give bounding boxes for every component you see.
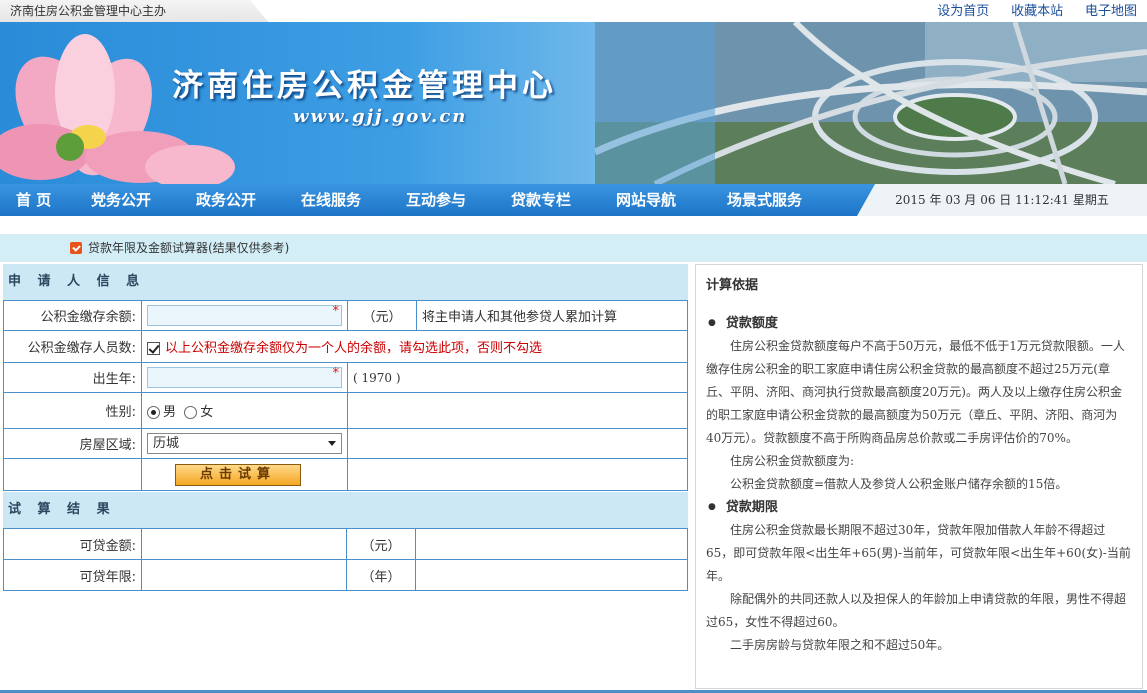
page-title-bar: 贷款年限及金额试算器(结果仅供参考) xyxy=(0,234,1147,262)
amount-row: 可贷金额: （元） xyxy=(3,528,688,560)
loan-amount-formula: 公积金贷款额度=借款人及参贷人公积金账户储存余额的15倍。 xyxy=(730,477,1068,491)
nav-interaction[interactable]: 互动参与 xyxy=(406,184,466,216)
single-depositor-note: 以上公积金缴存余额仅为一个人的余额，请勾选此项，否则不勾选 xyxy=(165,341,543,356)
years-unit: （年） xyxy=(346,559,416,591)
count-cell: 以上公积金缴存余额仅为一个人的余额，请勾选此项，否则不勾选 xyxy=(141,330,688,363)
loan-amount-formula-intro: 住房公积金贷款额度为: xyxy=(730,454,855,468)
amount-label: 可贷金额: xyxy=(3,528,142,560)
amount-value xyxy=(141,528,347,560)
calculate-button[interactable]: 点击试算 xyxy=(175,463,301,486)
e-map-link[interactable]: 电子地图 xyxy=(1085,4,1137,19)
submit-cell: 点击试算 xyxy=(141,458,348,491)
set-homepage-link[interactable]: 设为首页 xyxy=(937,4,989,19)
count-label: 公积金缴存人员数: xyxy=(3,330,142,363)
area-select[interactable]: 历城 xyxy=(147,433,342,454)
balance-cell: * xyxy=(141,300,348,331)
amount-unit: （元） xyxy=(346,528,416,560)
years-label: 可贷年限: xyxy=(3,559,142,591)
arrow-bullet-icon xyxy=(70,242,82,254)
birth-row: 出生年: * ( 1970 ) xyxy=(3,362,688,393)
gender-male-label: 男 xyxy=(163,405,177,420)
gender-female-radio[interactable] xyxy=(184,406,198,419)
loan-term-heading: 贷款期限 xyxy=(706,496,1132,519)
current-datetime: 2015 年 03 月 06 日 11:12:41 星期五 xyxy=(857,184,1147,216)
result-table: 可贷金额: （元） 可贷年限: （年） xyxy=(3,528,688,591)
result-section-heading: 试 算 结 果 xyxy=(3,492,688,528)
count-row: 公积金缴存人员数: 以上公积金缴存余额仅为一个人的余额，请勾选此项，否则不勾选 xyxy=(3,330,688,363)
single-depositor-checkbox[interactable] xyxy=(147,342,160,355)
gender-male-radio[interactable] xyxy=(147,406,160,419)
empty-cell xyxy=(347,458,688,491)
nav-government-affairs[interactable]: 政务公开 xyxy=(196,184,256,216)
city-interchange-image xyxy=(595,22,1147,184)
empty-cell xyxy=(347,428,688,459)
nav-scenario-service[interactable]: 场景式服务 xyxy=(727,184,802,216)
gender-label: 性别: xyxy=(3,392,142,429)
empty-cell xyxy=(415,528,688,560)
area-row: 房屋区域: 历城 xyxy=(3,428,688,459)
gender-cell: 男 女 xyxy=(141,392,348,429)
balance-note: 将主申请人和其他参贷人累加计算 xyxy=(416,300,688,331)
balance-unit: （元） xyxy=(347,300,417,331)
top-strip: 济南住房公积金管理中心主办 设为首页 收藏本站 电子地图 xyxy=(0,0,1147,22)
calculation-basis-panel: 计算依据 贷款额度 住房公积金贷款额度每户不高于50万元，最低不低于1万元贷款限… xyxy=(695,264,1143,689)
balance-label: 公积金缴存余额: xyxy=(3,300,142,331)
site-banner: 济南住房公积金管理中心 www.gjj.gov.cn xyxy=(0,22,1147,184)
balance-input[interactable]: * xyxy=(147,304,342,326)
birth-hint: ( 1970 ) xyxy=(347,362,688,393)
birth-cell: * xyxy=(141,362,348,393)
loan-amount-text: 住房公积金贷款额度每户不高于50万元，最低不低于1万元贷款限额。一人缴存住房公积… xyxy=(706,339,1125,445)
empty-cell xyxy=(347,392,688,429)
site-title: 济南住房公积金管理中心 xyxy=(172,68,557,104)
birth-year-input[interactable]: * xyxy=(147,366,342,388)
bookmark-link[interactable]: 收藏本站 xyxy=(1011,4,1063,19)
years-value xyxy=(141,559,347,591)
balance-row: 公积金缴存余额: * （元） 将主申请人和其他参贷人累加计算 xyxy=(3,300,688,331)
area-label: 房屋区域: xyxy=(3,428,142,459)
required-mark: * xyxy=(332,366,340,381)
nav-online-service[interactable]: 在线服务 xyxy=(301,184,361,216)
loan-term-text: 住房公积金贷款最长期限不超过30年，贷款年限加借款人年龄不得超过65，即可贷款年… xyxy=(706,523,1131,583)
second-hand-text: 二手房房龄与贷款年限之和不超过50年。 xyxy=(730,638,950,652)
main-nav: 首 页 党务公开 政务公开 在线服务 互动参与 贷款专栏 网站导航 场景式服务 … xyxy=(0,184,1147,216)
chevron-down-icon xyxy=(328,441,336,446)
nav-site-navigation[interactable]: 网站导航 xyxy=(616,184,676,216)
years-row: 可贷年限: （年） xyxy=(3,559,688,591)
basis-heading: 计算依据 xyxy=(706,278,759,293)
co-borrower-text: 除配偶外的共同还款人以及担保人的年龄加上申请贷款的年限，男性不得超过65，女性不… xyxy=(706,592,1127,629)
submit-row: 点击试算 xyxy=(3,458,688,491)
loan-amount-heading: 贷款额度 xyxy=(706,312,1132,335)
host-label: 济南住房公积金管理中心主办 xyxy=(0,0,268,22)
gender-female-label: 女 xyxy=(200,405,214,420)
gender-row: 性别: 男 女 xyxy=(3,392,688,429)
applicant-form: 公积金缴存余额: * （元） 将主申请人和其他参贷人累加计算 公积金缴存人员数:… xyxy=(3,300,688,491)
required-mark: * xyxy=(332,304,340,319)
nav-party-affairs[interactable]: 党务公开 xyxy=(91,184,151,216)
top-links: 设为首页 收藏本站 电子地图 xyxy=(919,0,1137,23)
empty-cell xyxy=(3,458,142,491)
page-title: 贷款年限及金额试算器(结果仅供参考) xyxy=(88,241,290,255)
birth-label: 出生年: xyxy=(3,362,142,393)
empty-cell xyxy=(415,559,688,591)
site-url: www.gjj.gov.cn xyxy=(293,106,468,127)
nav-home[interactable]: 首 页 xyxy=(16,184,51,216)
nav-loan-column[interactable]: 贷款专栏 xyxy=(511,184,571,216)
applicant-section-heading: 申 请 人 信 息 xyxy=(3,264,688,300)
area-cell: 历城 xyxy=(141,428,348,459)
